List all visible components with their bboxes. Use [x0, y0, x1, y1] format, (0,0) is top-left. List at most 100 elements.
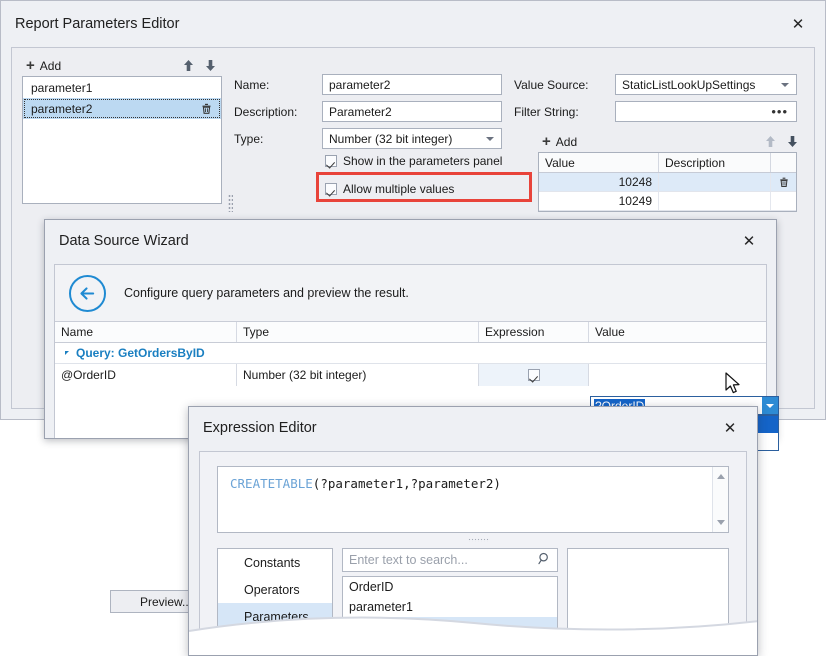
add-value-label: Add [555, 134, 578, 149]
expression-editor-titlebar: Expression Editor ✕ [189, 407, 757, 449]
list-item[interactable]: parameter1 [23, 77, 221, 98]
cell-value[interactable]: 10249 [539, 192, 659, 210]
filter-string-field[interactable]: ••• [615, 101, 797, 122]
parameters-list[interactable]: parameter1 parameter2 [22, 76, 222, 204]
plus-icon: + [26, 57, 35, 74]
column-header-name[interactable]: Name [55, 322, 237, 342]
value-source-label: Value Source: [514, 78, 589, 92]
chevron-down-icon[interactable] [762, 397, 778, 414]
table-row[interactable]: @OrderID Number (32 bit integer) [55, 364, 766, 386]
column-header-actions [771, 153, 796, 172]
query-parameters-grid-header: Name Type Expression Value [55, 322, 766, 343]
cell-parameter-type[interactable]: Number (32 bit integer) [237, 364, 479, 386]
arrow-down-icon[interactable] [784, 133, 800, 149]
search-placeholder: Enter text to search... [349, 553, 468, 567]
checkbox-icon [527, 369, 540, 381]
column-header-value[interactable]: Value [539, 153, 659, 172]
chevron-down-icon [486, 136, 494, 141]
show-in-parameters-panel-checkbox[interactable]: Show in the parameters panel [325, 154, 502, 168]
checkbox-icon [325, 155, 337, 167]
value-source-combobox[interactable]: StaticListLookUpSettings [615, 74, 797, 95]
list-item[interactable]: parameter2 [23, 98, 221, 119]
cell-value[interactable] [589, 364, 766, 386]
tree-item-functions[interactable]: Functions [218, 630, 332, 655]
cell-actions [771, 192, 796, 210]
arrow-up-icon[interactable] [762, 133, 778, 149]
expand-triangle-icon[interactable] [230, 641, 234, 646]
scroll-up-icon[interactable] [713, 469, 728, 484]
expression-items-list[interactable]: OrderID parameter1 parameter2 [342, 576, 558, 655]
collapse-triangle-icon[interactable] [65, 351, 69, 355]
highlight-annotation [316, 172, 532, 202]
cell-expression-checkbox[interactable] [479, 364, 589, 386]
type-combobox[interactable]: Number (32 bit integer) [322, 128, 502, 149]
expression-scrollbar[interactable] [712, 467, 728, 532]
list-item-label: parameter2 [31, 101, 93, 116]
column-header-expression[interactable]: Expression [479, 322, 589, 342]
expression-editor-window: Expression Editor ✕ CREATETABLE(?paramet… [188, 406, 758, 656]
tree-item-label: Operators [244, 582, 300, 597]
expression-textarea[interactable]: CREATETABLE(?parameter1,?parameter2) [217, 466, 729, 533]
wizard-banner: Configure query parameters and preview t… [55, 265, 766, 322]
column-header-type[interactable]: Type [237, 322, 479, 342]
close-icon[interactable]: ✕ [736, 228, 762, 254]
cell-description[interactable] [659, 173, 771, 191]
description-field[interactable]: Parameter2 [322, 101, 502, 122]
page-title: Report Parameters Editor [15, 16, 180, 32]
data-source-wizard-titlebar: Data Source Wizard ✕ [45, 220, 776, 262]
tree-item-parameters[interactable]: Parameters [218, 603, 332, 630]
arrow-up-icon[interactable] [180, 57, 196, 73]
add-parameter-button[interactable]: + Add [22, 56, 65, 75]
list-item-label: parameter1 [31, 80, 93, 95]
arrow-down-icon[interactable] [202, 57, 218, 73]
wizard-banner-text: Configure query parameters and preview t… [124, 286, 409, 300]
delete-icon[interactable] [200, 102, 213, 115]
values-grid[interactable]: Value Description 10248 10249 [538, 152, 797, 212]
name-field[interactable]: parameter2 [322, 74, 502, 95]
cell-description[interactable] [659, 192, 771, 210]
name-label: Name: [234, 78, 270, 92]
close-icon[interactable]: ✕ [717, 415, 743, 441]
query-group-label: Query: GetOrdersByID [76, 346, 205, 360]
add-value-button[interactable]: + Add [538, 132, 581, 151]
column-header-description[interactable]: Description [659, 153, 771, 172]
tree-item-constants[interactable]: Constants [218, 549, 332, 576]
expression-keyword: CREATETABLE [230, 476, 313, 491]
search-input[interactable]: Enter text to search... [342, 548, 558, 572]
tree-item-operators[interactable]: Operators [218, 576, 332, 603]
table-row[interactable]: 10248 [539, 173, 796, 192]
page-title: Data Source Wizard [59, 233, 189, 249]
search-icon[interactable] [538, 552, 551, 568]
splitter-handle[interactable] [228, 194, 233, 212]
list-item-parameter1[interactable]: parameter1 [343, 597, 557, 617]
page-title: Expression Editor [203, 420, 317, 436]
type-label: Type: [234, 132, 264, 146]
tree-item-label: Constants [244, 555, 301, 570]
type-combobox-value: Number (32 bit integer) [329, 131, 453, 146]
table-row[interactable]: 10249 [539, 192, 796, 211]
list-item-orderid[interactable]: OrderID [343, 577, 557, 597]
expression-editor-panel: CREATETABLE(?parameter1,?parameter2) Con… [199, 451, 747, 655]
splitter-handle[interactable] [468, 538, 490, 542]
delete-icon[interactable] [771, 173, 796, 191]
list-item-parameter2[interactable]: parameter2 [343, 617, 557, 637]
scroll-down-icon[interactable] [713, 515, 728, 530]
cell-value[interactable]: 10248 [539, 173, 659, 191]
expression-category-tree[interactable]: Constants Operators Parameters Functions… [217, 548, 333, 655]
ellipsis-button[interactable]: ••• [769, 105, 790, 118]
back-arrow-icon[interactable] [69, 274, 106, 312]
expression-description-pane [567, 548, 729, 655]
description-label: Description: [234, 105, 298, 119]
expression-text: CREATETABLE(?parameter1,?parameter2) [218, 467, 728, 500]
cell-parameter-name[interactable]: @OrderID [55, 364, 237, 386]
column-header-value[interactable]: Value [589, 322, 766, 342]
show-in-parameters-panel-label: Show in the parameters panel [343, 154, 503, 168]
values-grid-header: Value Description [539, 153, 796, 173]
report-parameters-editor-titlebar: Report Parameters Editor ✕ [1, 1, 825, 47]
close-icon[interactable]: ✕ [785, 11, 811, 37]
query-group-row[interactable]: Query: GetOrdersByID [55, 343, 766, 364]
add-parameter-label: Add [39, 58, 62, 73]
chevron-down-icon [781, 82, 789, 87]
expression-rest: (?parameter1,?parameter2) [312, 476, 501, 491]
tree-item-label: Parameters [244, 609, 309, 624]
